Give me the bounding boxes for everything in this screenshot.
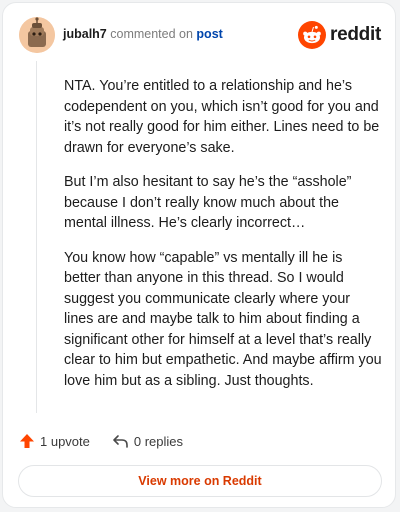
reply-arrow-icon xyxy=(113,435,128,448)
thread-line xyxy=(36,61,37,413)
view-more-button[interactable]: View more on Reddit xyxy=(18,465,382,497)
replies-count: 0 replies xyxy=(133,433,184,449)
upvote-arrow-icon xyxy=(20,434,34,448)
reddit-logo[interactable]: reddit xyxy=(298,20,381,50)
reddit-snoo-icon xyxy=(298,21,327,49)
replies-button[interactable]: 0 replies xyxy=(112,433,183,449)
comment-byline: jubalh7 commented on post xyxy=(63,27,223,41)
comment-body: NTA. You’re entitled to a relationship a… xyxy=(64,76,382,405)
username-link[interactable]: jubalh7 xyxy=(63,27,107,41)
comment-paragraph: You know how “capable” vs mentally ill h… xyxy=(64,249,382,389)
brand-wordmark: reddit xyxy=(330,24,381,45)
comment-card: jubalh7 commented on post reddit NTA. Yo… xyxy=(2,2,396,508)
comment-actions: 1 upvote 0 replies xyxy=(19,431,183,451)
comment-paragraph: NTA. You’re entitled to a relationship a… xyxy=(64,78,380,156)
comment-paragraph: But I’m also hesitant to say he’s the “a… xyxy=(64,174,352,231)
user-avatar[interactable] xyxy=(19,17,55,53)
avatar-snoo-icon xyxy=(19,17,55,53)
upvote-count: 1 upvote xyxy=(40,433,90,449)
upvote-button[interactable]: 1 upvote xyxy=(19,433,90,449)
post-link[interactable]: post xyxy=(196,27,222,41)
comment-header: jubalh7 commented on post reddit xyxy=(19,17,381,55)
action-text: commented on xyxy=(110,27,193,41)
